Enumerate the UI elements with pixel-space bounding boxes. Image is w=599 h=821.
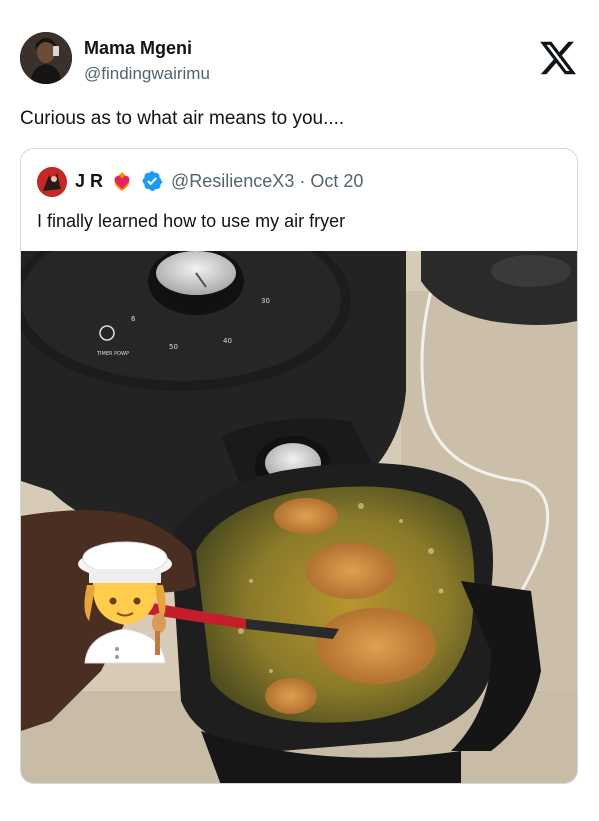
- tweet-text: Curious as to what air means to you....: [20, 108, 345, 129]
- author-handle[interactable]: @findingwairimu: [84, 64, 210, 84]
- heart-on-fire-icon: [109, 168, 135, 194]
- x-logo-icon[interactable]: [538, 38, 578, 78]
- air-fryer-photo[interactable]: 6 50 40 30 TIMER POWP: [21, 251, 577, 783]
- dial-label-6: 6: [131, 315, 136, 323]
- author-avatar[interactable]: [20, 32, 72, 84]
- cook-emoji-icon: [78, 541, 172, 664]
- quoted-tweet-text: I finally learned how to use my air frye…: [37, 211, 346, 231]
- dial-label-timer: TIMER POWP: [96, 351, 129, 357]
- quoted-author-name[interactable]: J R: [75, 171, 103, 192]
- author-name[interactable]: Mama Mgeni: [84, 38, 192, 59]
- verified-badge-icon: [141, 170, 163, 192]
- dial-label-30: 30: [261, 297, 270, 305]
- dial-label-40: 40: [223, 337, 232, 345]
- dial-label-50: 50: [169, 343, 178, 351]
- tweet-header: Mama Mgeni @findingwairimu: [20, 30, 580, 86]
- quoted-tweet-card[interactable]: J R @ResilienceX3 · Oct 20 I finally lea…: [20, 148, 578, 784]
- quoted-author-handle[interactable]: @ResilienceX3 · Oct 20: [171, 171, 363, 192]
- quoted-author-avatar[interactable]: [37, 167, 67, 197]
- quoted-tweet-header: J R @ResilienceX3 · Oct 20: [37, 167, 557, 197]
